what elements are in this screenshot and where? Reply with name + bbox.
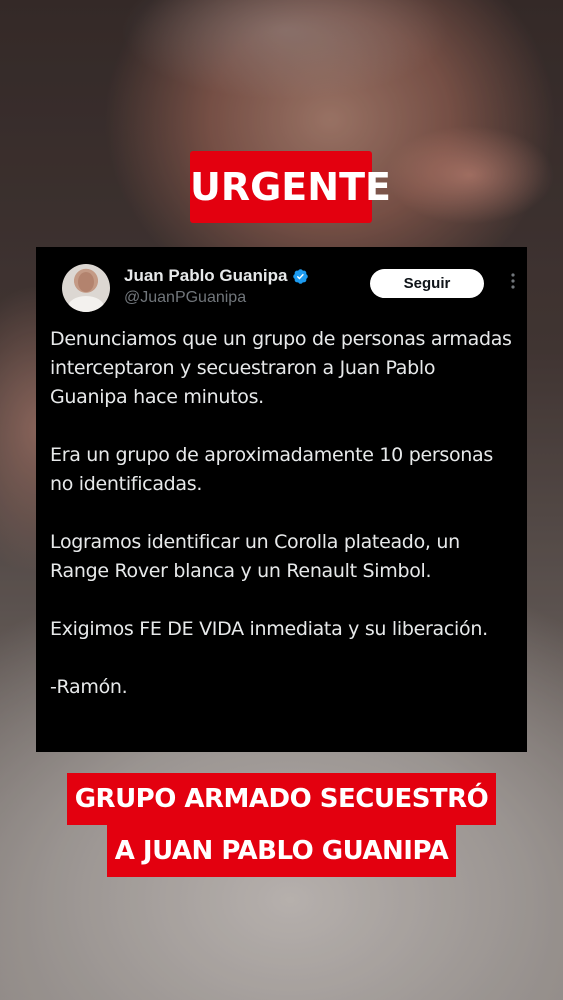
urgent-badge: URGENTE bbox=[190, 151, 391, 223]
tweet-text: Denunciamos que un grupo de personas arm… bbox=[50, 325, 513, 702]
headline-line-1: GRUPO ARMADO SECUESTRÓ bbox=[0, 773, 563, 825]
tweet-paragraph: Denunciamos que un grupo de personas arm… bbox=[50, 328, 512, 408]
follow-button[interactable]: Seguir bbox=[370, 269, 484, 298]
author-handle[interactable]: @JuanPGuanipa bbox=[124, 289, 309, 307]
author-block: Juan Pablo Guanipa @JuanPGuanipa bbox=[124, 265, 309, 307]
avatar[interactable] bbox=[62, 264, 110, 312]
verified-badge-icon bbox=[292, 268, 309, 285]
tweet-paragraph: Era un grupo de aproximadamente 10 perso… bbox=[50, 444, 493, 495]
author-name[interactable]: Juan Pablo Guanipa bbox=[124, 266, 287, 286]
tweet-paragraph: Logramos identificar un Corolla plateado… bbox=[50, 531, 460, 582]
headline-text: A JUAN PABLO GUANIPA bbox=[106, 825, 457, 877]
tweet-paragraph: -Ramón. bbox=[50, 676, 128, 698]
headline-line-2: A JUAN PABLO GUANIPA bbox=[0, 825, 563, 877]
more-vertical-icon[interactable] bbox=[505, 273, 521, 293]
tweet-header: Juan Pablo Guanipa @JuanPGuanipa Seguir bbox=[50, 263, 515, 315]
headline-text: GRUPO ARMADO SECUESTRÓ bbox=[66, 773, 497, 825]
tweet-paragraph: Exigimos FE DE VIDA inmediata y su liber… bbox=[50, 618, 488, 640]
tweet-card[interactable]: Juan Pablo Guanipa @JuanPGuanipa Seguir … bbox=[36, 247, 527, 752]
